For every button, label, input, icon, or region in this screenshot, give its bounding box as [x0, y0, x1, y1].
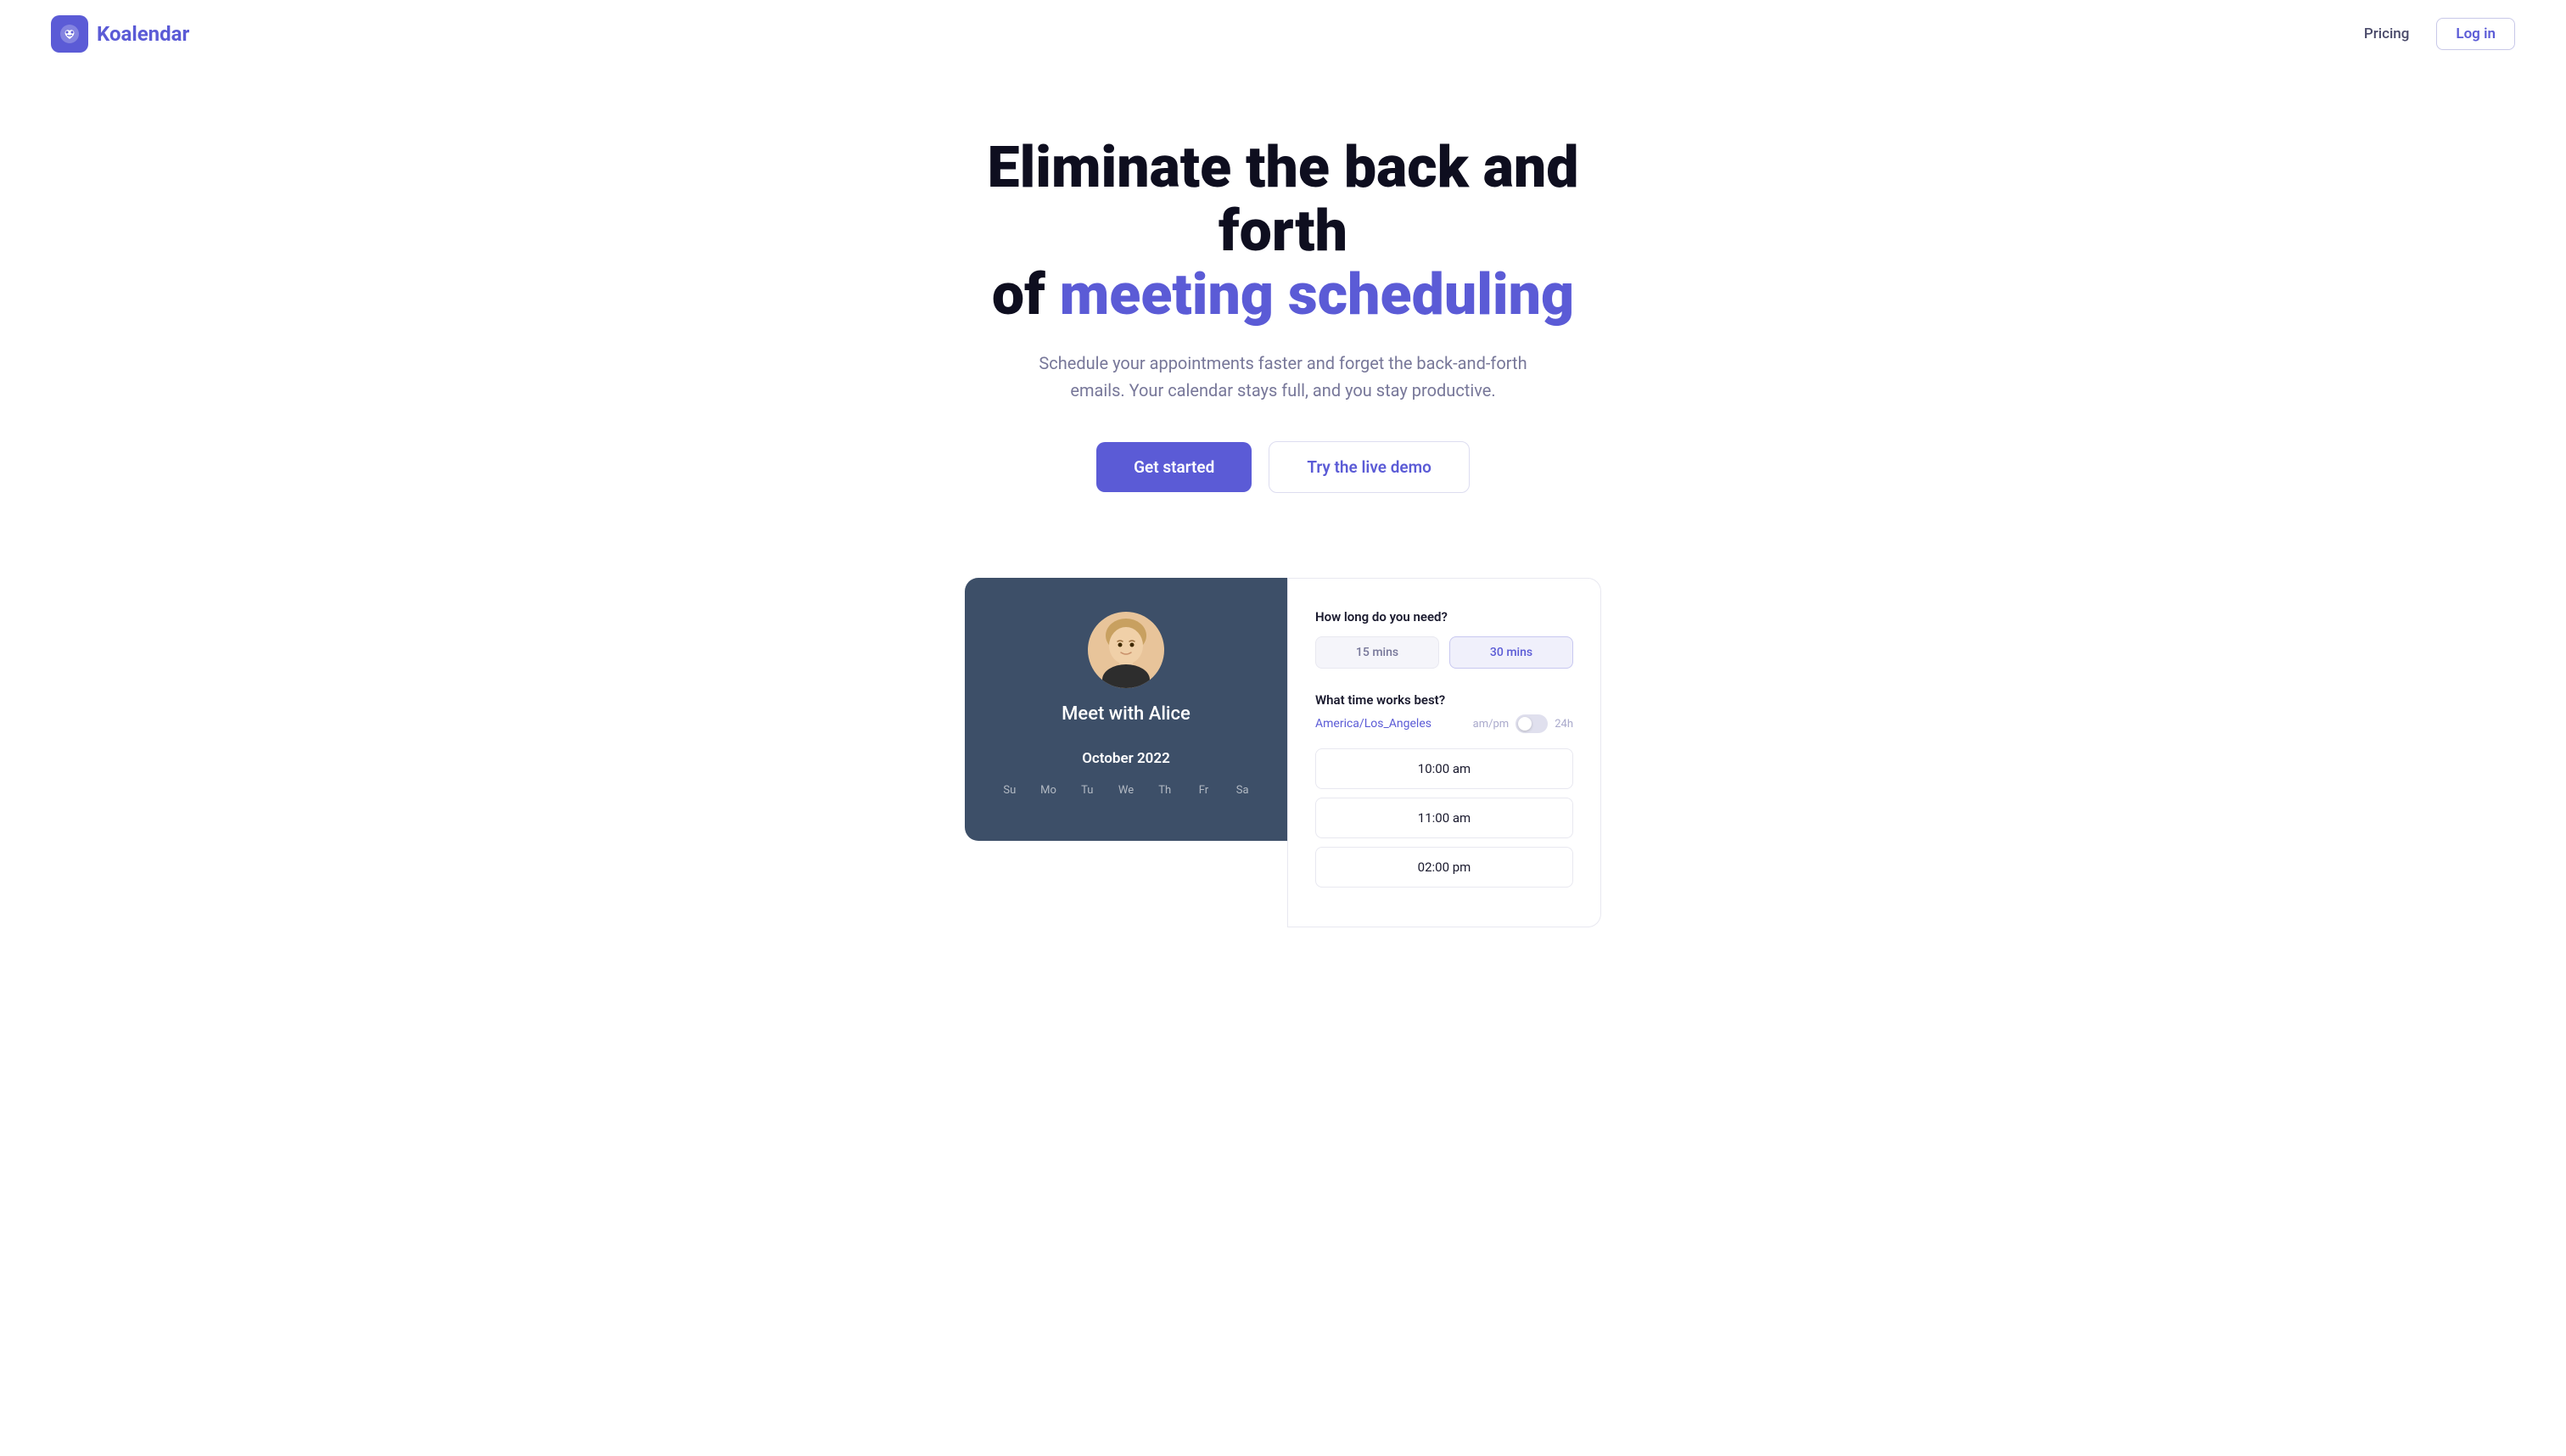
- avatar-container: [990, 612, 1262, 688]
- duration-buttons: 15 mins 30 mins: [1315, 636, 1573, 669]
- weekday-fr: Fr: [1185, 781, 1224, 800]
- logo-text: Koalendar: [97, 22, 189, 46]
- hero-section: Eliminate the back and forth of meeting …: [901, 68, 1665, 578]
- navbar: Koalendar Pricing Log in: [0, 0, 2566, 68]
- hero-subtitle: Schedule your appointments faster and fo…: [1011, 350, 1555, 404]
- timezone-row: America/Los_Angeles am/pm 24h: [1315, 714, 1573, 733]
- calendar-weekdays: Su Mo Tu We Th Fr Sa: [990, 781, 1262, 800]
- weekday-sa: Sa: [1223, 781, 1262, 800]
- meet-title: Meet with Alice: [990, 703, 1262, 725]
- calendar-month: October 2022: [990, 750, 1262, 767]
- weekday-mo: Mo: [1029, 781, 1068, 800]
- hero-title: Eliminate the back and forth of meeting …: [935, 136, 1631, 326]
- pricing-link[interactable]: Pricing: [2364, 25, 2410, 42]
- 24h-label: 24h: [1555, 718, 1573, 731]
- demo-section: Meet with Alice October 2022 Su Mo Tu We…: [816, 578, 1750, 927]
- ampm-label: am/pm: [1473, 718, 1510, 731]
- weekday-tu: Tu: [1067, 781, 1107, 800]
- hero-buttons: Get started Try the live demo: [935, 441, 1631, 493]
- logo-icon: [51, 15, 88, 53]
- duration-30-button[interactable]: 30 mins: [1449, 636, 1573, 669]
- time-slot-1[interactable]: 10:00 am: [1315, 748, 1573, 789]
- avatar: [1088, 612, 1164, 688]
- get-started-button[interactable]: Get started: [1096, 442, 1252, 492]
- time-label: What time works best?: [1315, 692, 1573, 708]
- weekday-we: We: [1107, 781, 1146, 800]
- time-slot-3[interactable]: 02:00 pm: [1315, 847, 1573, 888]
- weekday-su: Su: [990, 781, 1029, 800]
- duration-label: How long do you need?: [1315, 609, 1573, 624]
- toggle-row: am/pm 24h: [1473, 714, 1573, 733]
- logo-link[interactable]: Koalendar: [51, 15, 189, 53]
- weekday-th: Th: [1146, 781, 1185, 800]
- calendar-card: Meet with Alice October 2022 Su Mo Tu We…: [965, 578, 1287, 841]
- booking-card: How long do you need? 15 mins 30 mins Wh…: [1287, 578, 1601, 927]
- try-demo-button[interactable]: Try the live demo: [1269, 441, 1470, 493]
- duration-15-button[interactable]: 15 mins: [1315, 636, 1439, 669]
- time-format-toggle[interactable]: [1516, 714, 1548, 733]
- calendar-grid: Su Mo Tu We Th Fr Sa: [990, 781, 1262, 800]
- time-slot-2[interactable]: 11:00 am: [1315, 798, 1573, 838]
- navbar-nav: Pricing Log in: [2364, 18, 2515, 50]
- login-button[interactable]: Log in: [2436, 18, 2515, 50]
- timezone-link[interactable]: America/Los_Angeles: [1315, 717, 1431, 731]
